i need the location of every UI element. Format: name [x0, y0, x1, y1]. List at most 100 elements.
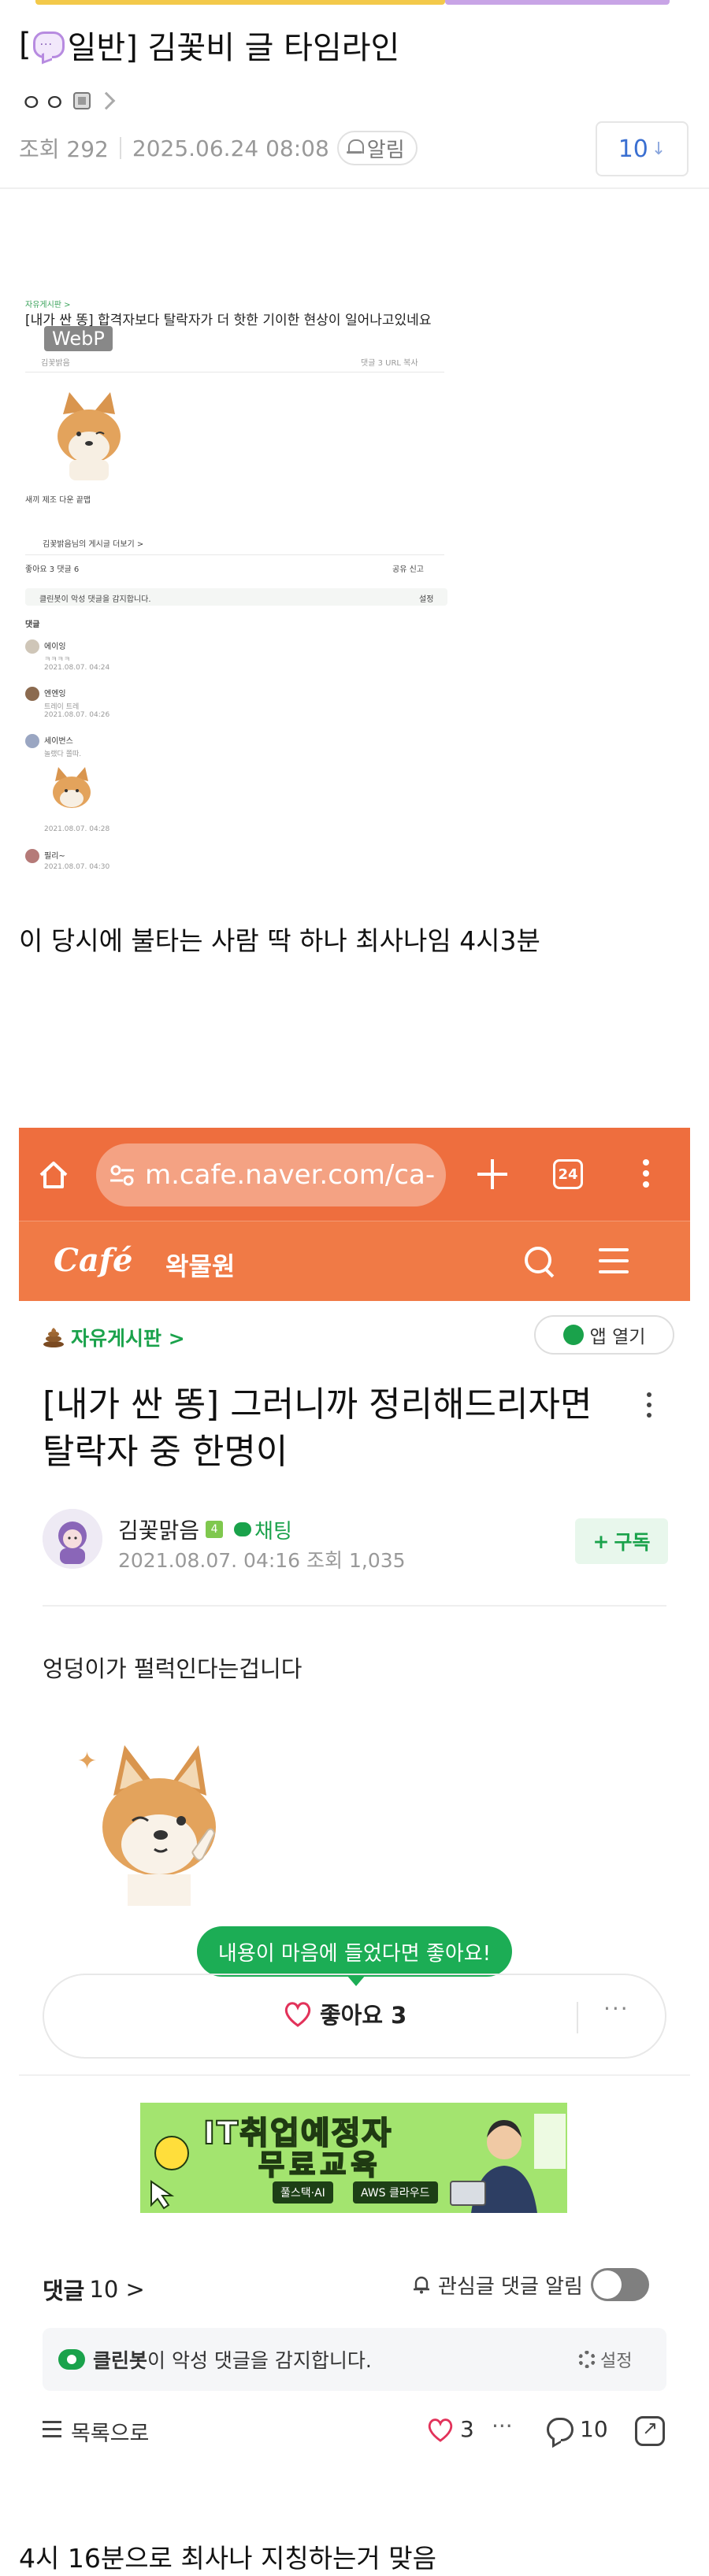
mini-comment: 2021.08.07. 04:28 — [25, 825, 110, 833]
comment-count: 10 — [618, 135, 648, 163]
bell-icon — [346, 139, 364, 157]
author-name[interactable]: ㅇㅇ — [20, 83, 67, 118]
mini-divider — [25, 554, 444, 555]
cleanbot-settings-link[interactable]: 설정 — [578, 2347, 632, 2372]
url-bar[interactable]: m.cafe.naver.com/ca- — [96, 1143, 446, 1206]
new-tab-icon[interactable] — [476, 1158, 509, 1191]
mini-cleanbot-text: 클린봇이 악성 댓글을 감지합니다. — [39, 595, 151, 604]
alarm-label: 알림 — [366, 138, 405, 162]
view-count: 조회 292 — [19, 136, 109, 162]
more-icon[interactable]: ··· — [492, 2413, 513, 2439]
like-label: 좋아요 3 — [320, 2002, 407, 2029]
list-icon — [43, 2421, 61, 2442]
post-body-line-2: 4시 16분으로 최사나 지칭하는거 맞음 — [19, 2543, 436, 2574]
back-to-list-label: 목록으로 — [71, 2422, 150, 2446]
mini-comment-name: 필리~ — [44, 852, 65, 861]
open-app-button[interactable]: 앱 열기 — [534, 1315, 674, 1355]
alarm-button[interactable]: 알림 — [336, 131, 418, 165]
like-count-button[interactable]: 3 — [427, 2416, 474, 2442]
mini-share-row: 공유 신고 — [392, 565, 424, 574]
board-link[interactable]: 자유게시판 > — [43, 1323, 185, 1351]
mini-settings: 설정 — [419, 595, 434, 604]
notify-toggle[interactable] — [590, 2268, 649, 2301]
mini-comment-text: ㅋㅋㅋㅋ — [44, 656, 71, 664]
cafe-app-icon — [562, 1325, 584, 1345]
mini-writer-more: 김꽃밝음님의 게시글 더보기 > — [43, 540, 144, 549]
cafe-logo[interactable]: Café — [54, 1242, 132, 1279]
mini-comment-date: 2021.08.07. 04:26 — [44, 711, 110, 719]
like-button[interactable]: 좋아요 3 — [284, 1997, 406, 2030]
tab-switcher-button[interactable]: 24 — [553, 1159, 583, 1189]
home-icon[interactable] — [38, 1159, 69, 1191]
heart-icon — [284, 2002, 311, 2027]
comment-count-button[interactable]: 10 — [547, 2416, 608, 2442]
mini-avatar — [25, 639, 39, 654]
top-accent-bar — [0, 0, 709, 5]
browser-toolbar: m.cafe.naver.com/ca- 24 — [19, 1128, 690, 1221]
member-level-icon — [73, 92, 91, 109]
article-divider — [43, 1605, 666, 1607]
comments-header[interactable]: 댓글 10 > — [43, 2273, 145, 2306]
post-body-line-1: 이 당시에 불타는 사람 딱 하나 최사나임 4시3분 — [19, 925, 540, 956]
cafe-name[interactable]: 왁물원 — [165, 1247, 235, 1283]
chevron-right-icon[interactable] — [97, 91, 116, 110]
article-menu-icon[interactable] — [644, 1392, 654, 1424]
mini-avatar — [25, 687, 39, 701]
mini-writer: 김꽃밝음 — [41, 359, 70, 368]
mini-comment: 세이번스 놀랬다 쫄따. — [25, 734, 81, 758]
cleanbot-name: 클린봇 — [93, 2349, 148, 2372]
ad-banner[interactable]: IT취업예정자 무료교육 풀스택·AI AWS 클라우드 — [140, 2103, 567, 2213]
heart-icon — [428, 2418, 453, 2442]
bottom-action-bar: 목록으로 3 ··· 10 — [43, 2413, 666, 2452]
like-tooltip: 내용이 마음에 들었다면 좋아요! — [197, 1926, 512, 1986]
corgi-sticker: ✦ — [77, 1745, 216, 1906]
mini-like-row: 좋아요 3 댓글 6 — [25, 565, 80, 574]
section-divider — [19, 2074, 690, 2076]
post-title: [ ··· 일반] 김꽃비 글 타임라인 — [19, 22, 399, 68]
search-icon[interactable] — [523, 1245, 555, 1277]
open-app-label: 앱 열기 — [589, 1327, 646, 1347]
subscribe-button[interactable]: + 구독 — [575, 1518, 668, 1564]
mini-comment-date: 2021.08.07. 04:28 — [44, 825, 110, 833]
mini-avatar — [25, 849, 39, 863]
chat-link[interactable]: 채팅 — [234, 1515, 292, 1544]
speech-bubble-icon: ··· — [32, 32, 65, 58]
chat-label: 채팅 — [254, 1519, 292, 1544]
author-row[interactable]: ㅇㅇ — [20, 83, 116, 118]
writer-name[interactable]: 김꽃맑음 — [118, 1514, 199, 1545]
comment-count-bottom: 10 — [580, 2416, 608, 2442]
share-icon[interactable] — [635, 2416, 665, 2446]
arrow-down-icon: ↓ — [651, 139, 666, 159]
poop-icon — [43, 1328, 64, 1347]
mini-comment-name: 에이잉 — [44, 643, 66, 651]
mini-comment-date: 2021.08.07. 04:24 — [44, 664, 110, 672]
header-divider — [0, 187, 709, 189]
browser-menu-icon[interactable] — [641, 1159, 651, 1191]
mini-comment-date: 2021.08.07. 04:30 — [44, 863, 110, 871]
mini-comment-name: 엔엔잉 — [44, 690, 66, 699]
jump-to-comments-button[interactable]: 10 ↓ — [596, 121, 689, 176]
mini-divider — [25, 372, 444, 373]
mini-comment-text: 놀랬다 쫄따. — [44, 751, 82, 758]
bell-icon — [414, 2276, 429, 2294]
like-count: 3 — [460, 2416, 474, 2442]
settings-label: 설정 — [600, 2352, 633, 2371]
writer-avatar[interactable] — [43, 1509, 102, 1569]
mini-comment: 엔엔잉 트레이 트레 2021.08.07. 04:26 — [25, 687, 110, 719]
post-meta: 조회 292 2025.06.24 08:08 알림 — [19, 128, 418, 169]
embedded-image-screenshot[interactable]: m.cafe.naver.com/ca- 24 Café 왁물원 자유게시판 >… — [19, 1128, 690, 2452]
cleanbot-text: 이 악성 댓글을 감지합니다. — [147, 2349, 372, 2372]
back-to-list-button[interactable]: 목록으로 — [43, 2416, 149, 2447]
chat-icon — [234, 1522, 252, 1536]
mini-comment: 에이잉 ㅋㅋㅋㅋ 2021.08.07. 04:24 — [25, 639, 110, 672]
cursor-icon — [150, 2180, 175, 2210]
article-title: [내가 싼 똥] 그러니까 정리해드리자면 탈락자 중 한명이 — [43, 1384, 592, 1472]
embedded-image-small[interactable]: 자유게시판 > [내가 싼 똥] 합격자보다 탈락자가 더 핫한 기이한 현상이… — [22, 293, 447, 891]
accent-segment — [445, 0, 670, 5]
gear-icon — [578, 2351, 596, 2368]
more-options-icon[interactable]: ··· — [603, 1996, 629, 2022]
board-name: 자유게시판 > — [71, 1327, 185, 1350]
hamburger-menu-icon[interactable] — [599, 1248, 629, 1273]
site-settings-icon[interactable] — [109, 1162, 135, 1188]
comment-notify-row: 관심글 댓글 알림 — [413, 2268, 649, 2301]
